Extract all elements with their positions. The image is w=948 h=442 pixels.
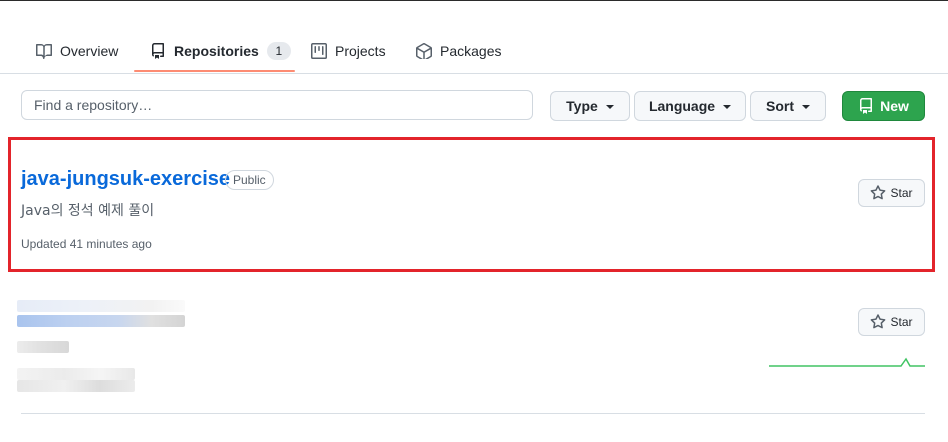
activity-sparkline [769, 357, 925, 367]
book-icon [36, 43, 60, 59]
blurred-repo-meta [17, 380, 135, 392]
repositories-count: 1 [266, 41, 291, 60]
profile-tabs: Overview Repositories 1 Projects Package… [0, 28, 948, 74]
language-filter-label: Language [648, 98, 716, 114]
star-button[interactable]: Star [858, 308, 925, 336]
sort-label: Sort [766, 98, 794, 114]
find-repository-search [21, 90, 533, 120]
repo-updated-time: Updated 41 minutes ago [21, 237, 152, 251]
star-icon [870, 185, 890, 201]
repo-icon [858, 98, 880, 114]
tab-repositories[interactable]: Repositories 1 [150, 28, 291, 73]
star-label: Star [890, 186, 913, 200]
star-button[interactable]: Star [858, 179, 925, 207]
repo-name-link[interactable]: java-jungsuk-exercise [21, 168, 230, 191]
tab-packages[interactable]: Packages [416, 28, 501, 73]
active-tab-indicator [134, 70, 295, 72]
blurred-repo-name-top [17, 300, 185, 312]
repo-description: Java의 정석 예제 풀이 [21, 203, 155, 219]
star-label: Star [890, 315, 913, 329]
find-repository-input[interactable] [22, 91, 532, 119]
new-button-label: New [880, 98, 909, 114]
blurred-repo-meta-top [17, 368, 135, 380]
type-filter-label: Type [566, 98, 598, 114]
language-filter-button[interactable]: Language [634, 91, 746, 121]
caret-down-icon [605, 105, 614, 109]
caret-down-icon [723, 105, 732, 109]
caret-down-icon [802, 105, 810, 109]
sort-button[interactable]: Sort [750, 91, 826, 121]
type-filter-button[interactable]: Type [550, 91, 630, 121]
tab-packages-label: Packages [440, 42, 502, 59]
star-icon [870, 314, 890, 330]
tab-projects-label: Projects [335, 42, 386, 59]
package-icon [416, 42, 440, 59]
list-divider [21, 413, 925, 414]
tab-overview-label: Overview [60, 42, 119, 59]
tab-repositories-label: Repositories [174, 42, 259, 59]
project-icon [311, 42, 335, 59]
top-border [0, 0, 948, 1]
tab-projects[interactable]: Projects [311, 28, 386, 73]
blurred-repo-name [17, 315, 185, 327]
new-repository-button[interactable]: New [842, 91, 925, 121]
visibility-badge: Public [225, 170, 274, 190]
blurred-repo-description [17, 341, 69, 353]
tab-overview[interactable]: Overview [36, 28, 118, 73]
repo-icon [150, 42, 174, 59]
